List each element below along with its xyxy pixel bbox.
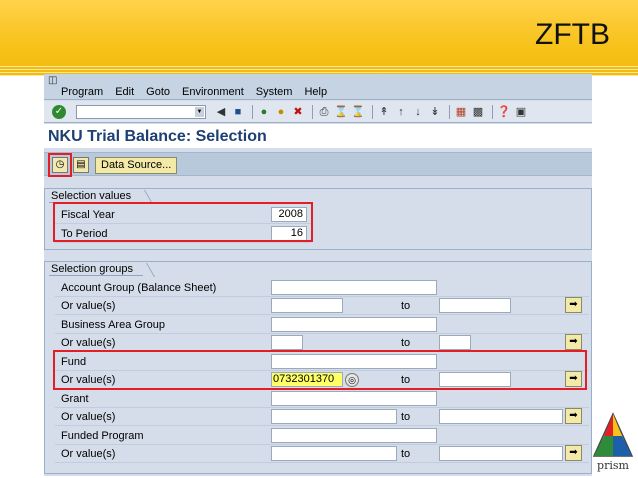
menu-system[interactable]: System: [256, 86, 293, 98]
find-next-icon[interactable]: ⌛: [351, 105, 365, 119]
slide-banner: ZFTB: [0, 0, 638, 76]
window-menu-icon[interactable]: ◫: [48, 75, 57, 86]
funded-program-field[interactable]: [271, 428, 437, 443]
to-label: to: [401, 448, 411, 460]
account-group-field[interactable]: [271, 280, 437, 295]
enter-check-icon[interactable]: ✓: [52, 104, 66, 119]
find-icon[interactable]: ⌛: [334, 105, 348, 119]
get-variant-icon[interactable]: ▤: [73, 157, 89, 173]
help-icon[interactable]: ❓: [497, 105, 511, 119]
toolbar-separator: [492, 104, 493, 119]
menu-edit[interactable]: Edit: [115, 86, 134, 98]
business-area-group-field[interactable]: [271, 317, 437, 332]
grant-label: Grant: [61, 393, 89, 405]
new-session-icon[interactable]: ▦: [454, 105, 468, 119]
funded-program-from-field[interactable]: [271, 446, 397, 461]
account-group-or-values-row: Or value(s) to ➡: [55, 297, 589, 315]
menu-goto[interactable]: Goto: [146, 86, 170, 98]
grant-from-field[interactable]: [271, 409, 397, 424]
toolbar-separator: [312, 104, 313, 119]
save-icon[interactable]: ■: [231, 105, 245, 119]
execute-highlight: [48, 153, 72, 177]
or-values-label: Or value(s): [61, 337, 116, 349]
grant-row: Grant: [55, 390, 589, 408]
prev-page-icon[interactable]: ↑: [394, 105, 408, 119]
application-toolbar: ◷ ▤ Data Source...: [44, 152, 592, 176]
to-label: to: [401, 411, 411, 423]
shortcut-icon[interactable]: ▩: [471, 105, 485, 119]
or-values-label: Or value(s): [61, 411, 116, 423]
menu-environment[interactable]: Environment: [182, 86, 244, 98]
grant-field[interactable]: [271, 391, 437, 406]
next-page-icon[interactable]: ↓: [411, 105, 425, 119]
account-group-to-field[interactable]: [439, 298, 511, 313]
command-field[interactable]: ▼: [76, 104, 206, 119]
toolbar-separator: [449, 104, 450, 119]
prism-triangle-icon: [592, 412, 634, 457]
multiple-selection-icon[interactable]: ➡: [565, 334, 582, 350]
selection-values-highlight: [53, 202, 313, 242]
screen-title-area: NKU Trial Balance: Selection: [44, 124, 592, 148]
cancel-icon[interactable]: ✖: [291, 105, 305, 119]
multiple-selection-icon[interactable]: ➡: [565, 445, 582, 461]
standard-toolbar: ✓ ▼ ◀ ■ ● ● ✖ ⎙ ⌛ ⌛ ↟ ↑ ↓ ↡ ▦ ▩ ❓ ▣: [44, 101, 592, 123]
back-icon[interactable]: ●: [257, 105, 271, 119]
grant-or-values-row: Or value(s) to ➡: [55, 408, 589, 426]
menu-help[interactable]: Help: [304, 86, 327, 98]
to-label: to: [401, 300, 411, 312]
exit-icon[interactable]: ●: [274, 105, 288, 119]
fund-highlight: [53, 350, 587, 390]
funded-program-to-field[interactable]: [439, 446, 563, 461]
funded-program-row: Funded Program: [55, 427, 589, 445]
selection-groups-title: Selection groups: [49, 263, 143, 276]
funded-program-or-values-row: Or value(s) to ➡: [55, 445, 589, 463]
business-area-group-label: Business Area Group: [61, 319, 165, 331]
data-source-button[interactable]: Data Source...: [95, 157, 178, 174]
account-group-row: Account Group (Balance Sheet): [55, 279, 589, 297]
print-icon[interactable]: ⎙: [317, 105, 331, 119]
or-values-label: Or value(s): [61, 448, 116, 460]
grant-to-field[interactable]: [439, 409, 563, 424]
prism-logo: prism: [590, 412, 636, 476]
account-group-from-field[interactable]: [271, 298, 343, 313]
menu-bar: ◫ Program Edit Goto Environment System H…: [44, 74, 592, 100]
funded-program-label: Funded Program: [61, 430, 144, 442]
multiple-selection-icon[interactable]: ➡: [565, 408, 582, 424]
business-area-from-field[interactable]: [271, 335, 303, 350]
toolbar-separator: [372, 104, 373, 119]
business-area-to-field[interactable]: [439, 335, 471, 350]
menu-program[interactable]: Program: [61, 86, 103, 98]
account-group-label: Account Group (Balance Sheet): [61, 282, 217, 294]
or-values-label: Or value(s): [61, 300, 116, 312]
command-dropdown-icon[interactable]: ▼: [195, 106, 204, 117]
multiple-selection-icon[interactable]: ➡: [565, 297, 582, 313]
sap-window: ◫ Program Edit Goto Environment System H…: [44, 74, 592, 476]
toolbar-separator: [252, 104, 253, 119]
layout-menu-icon[interactable]: ▣: [514, 105, 528, 119]
screen-title: NKU Trial Balance: Selection: [48, 128, 267, 145]
business-area-group-row: Business Area Group: [55, 316, 589, 334]
first-page-icon[interactable]: ↟: [377, 105, 391, 119]
back-arrow-icon[interactable]: ◀: [214, 105, 228, 119]
logo-text: prism: [597, 459, 629, 472]
slide-title: ZFTB: [535, 18, 610, 51]
to-label: to: [401, 337, 411, 349]
last-page-icon[interactable]: ↡: [428, 105, 442, 119]
